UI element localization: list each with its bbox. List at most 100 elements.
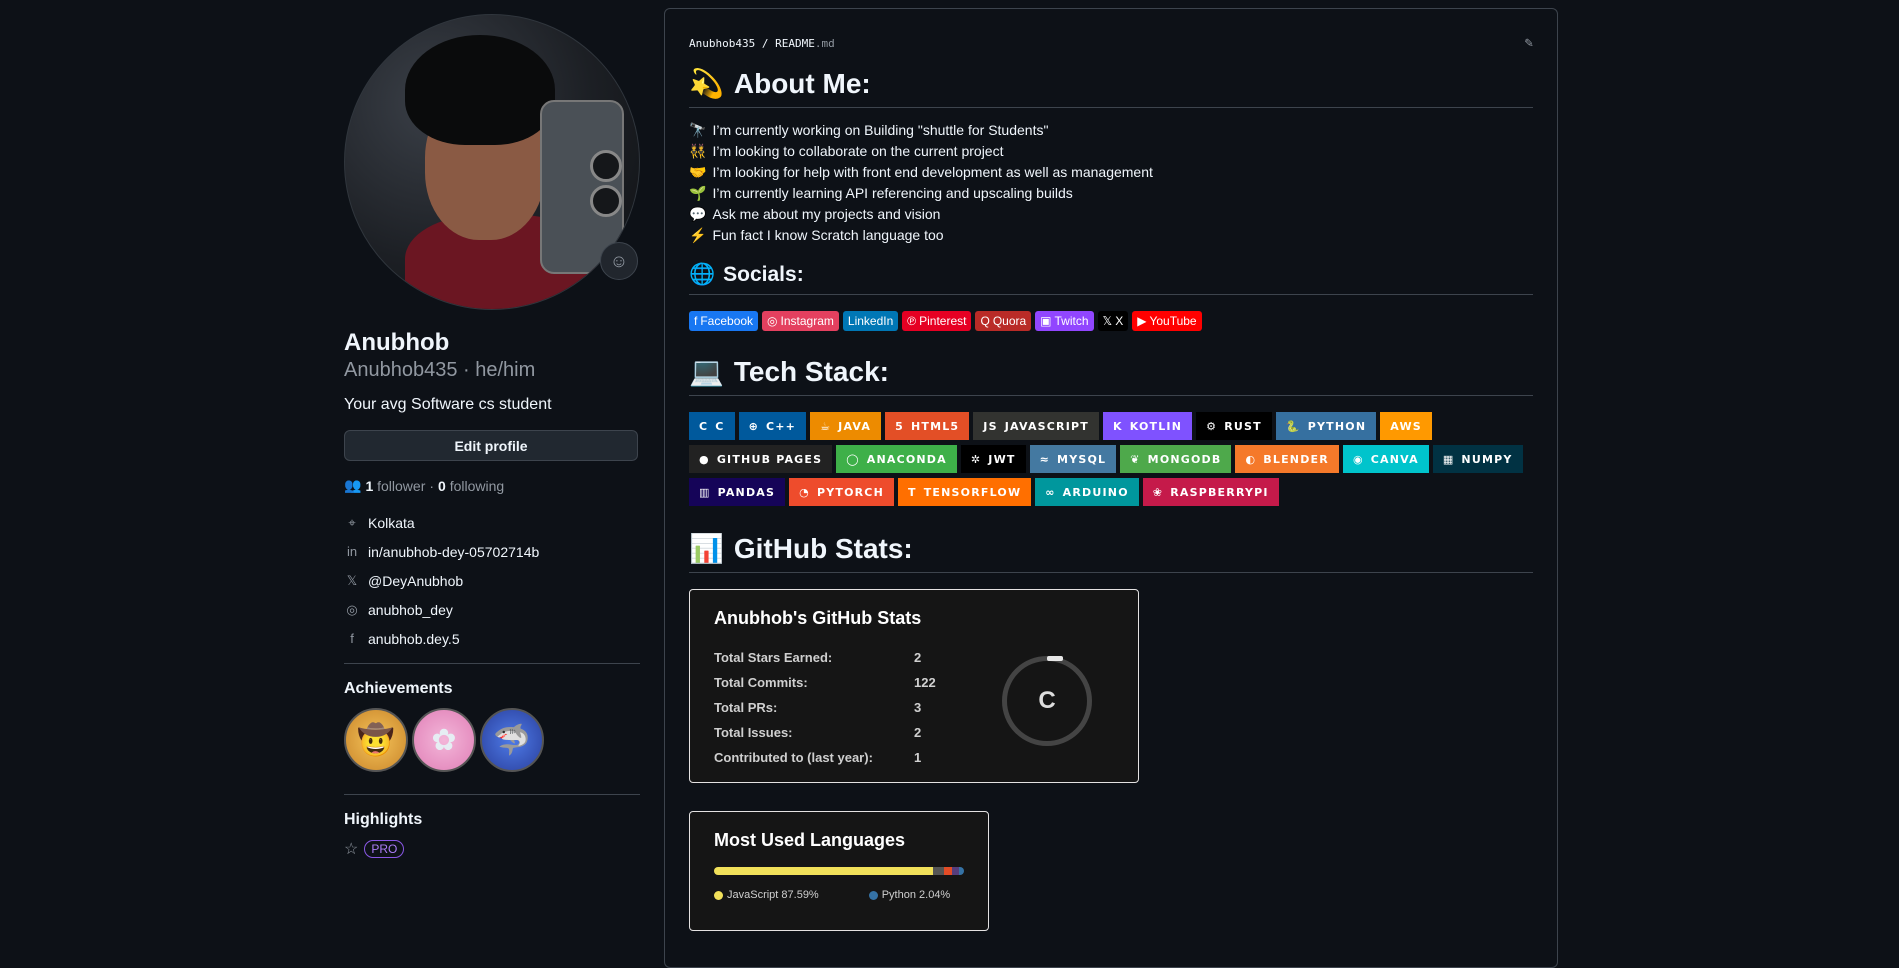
follow-stats: 👥 1 follower · 0 following — [344, 477, 505, 494]
tech-badge-label: ARDUINO — [1062, 485, 1129, 499]
social-badge-label: Instagram — [780, 314, 834, 328]
tech-badge-label: PYTORCH — [816, 485, 884, 499]
tech-badge-label: C++ — [765, 419, 797, 433]
social-badge-youtube[interactable]: ▶ YouTube — [1132, 311, 1202, 331]
tech-badge-anaconda[interactable]: ◯ ANACONDA — [836, 445, 957, 473]
stats-card-title: Anubhob's GitHub Stats — [714, 608, 922, 628]
rank-ring: C — [1002, 656, 1092, 746]
languages-card[interactable]: Most Used Languages JavaScript 87.59% Pyt… — [689, 811, 989, 931]
about-item: 🤝 I’m looking for help with front end dev… — [689, 162, 1533, 183]
stat-row: Contributed to (last year): 1 — [714, 745, 1114, 770]
social-badge-twitch[interactable]: ▣ Twitch — [1035, 311, 1094, 331]
readme-file-link[interactable]: README — [775, 37, 815, 50]
language-bar-segment — [958, 867, 964, 875]
jwt-icon: ✲ — [970, 452, 982, 466]
followers-link[interactable]: 1 follower — [365, 478, 425, 494]
tech-badge-arduino[interactable]: ∞ ARDUINO — [1035, 478, 1139, 506]
social-badge-pinterest[interactable]: ℗ Pinterest — [902, 311, 972, 331]
github-stats-card[interactable]: Anubhob's GitHub Stats Total Stars Earne… — [689, 589, 1139, 783]
quora-icon: Q — [980, 314, 990, 328]
avatar[interactable] — [344, 14, 640, 310]
tech-badge-pytorch[interactable]: ◔ PYTORCH — [789, 478, 894, 506]
tech-badge-label: TENSORFLOW — [923, 485, 1022, 499]
tech-badge-c++[interactable]: ⊕ C++ — [738, 412, 807, 440]
social-badge-quora[interactable]: Q Quora — [975, 311, 1032, 331]
linkedin-item[interactable]: in in/anubhob-dey-05702714b — [344, 537, 640, 566]
social-badge-facebook[interactable]: f Facebook — [689, 311, 759, 331]
tech-badge-label: ANACONDA — [866, 452, 947, 466]
tech-badge-github-pages[interactable]: ● GITHUB PAGES — [689, 445, 833, 473]
tech-badge-pandas[interactable]: ▥ PANDAS — [689, 478, 786, 506]
canva-icon: ◉ — [1352, 452, 1364, 466]
edit-pencil-icon[interactable]: ✎ — [1525, 35, 1533, 51]
social-badge-x[interactable]: 𝕏X — [1097, 311, 1129, 331]
tech-badge-label: JAVA — [838, 419, 872, 433]
following-link[interactable]: 0 following — [438, 478, 504, 494]
laptop-icon: 💻 — [689, 356, 724, 387]
tech-badge-label: JWT — [988, 452, 1016, 466]
tech-badge-mongodb[interactable]: ❦ MONGODB — [1120, 445, 1232, 473]
social-badge-label: Facebook — [700, 314, 754, 328]
tech-badge-javascript[interactable]: JS JAVASCRIPT — [973, 412, 1099, 440]
facebook-item[interactable]: f anubhob.dey.5 — [344, 624, 640, 653]
tech-badge-kotlin[interactable]: K KOTLIN — [1102, 412, 1193, 440]
pytorch-icon: ◔ — [799, 485, 810, 499]
languages-legend: JavaScript 87.59% Python 2.04% — [714, 889, 964, 901]
facebook-icon: f — [350, 631, 354, 646]
pronouns: he/him — [475, 359, 536, 381]
achievement-badge-pull-shark-icon[interactable]: 🤠 — [344, 708, 408, 772]
about-item-text: I’m looking for help with front end deve… — [712, 164, 1153, 180]
tech-badge-jwt[interactable]: ✲ JWT — [960, 445, 1026, 473]
tech-badge-label: C — [715, 419, 725, 433]
tech-badge-label: PANDAS — [717, 485, 776, 499]
tech-badge-numpy[interactable]: ▦ NUMPY — [1432, 445, 1523, 473]
social-badge-instagram[interactable]: ◎ Instagram — [762, 311, 839, 331]
tech-badge-tensorflow[interactable]: T TENSORFLOW — [897, 478, 1032, 506]
about-item: ⚡ Fun fact I know Scratch language too — [689, 225, 1533, 246]
tech-badge-canva[interactable]: ◉ CANVA — [1342, 445, 1429, 473]
stat-value: 2 — [914, 725, 922, 740]
linkedin-icon: in — [346, 544, 358, 559]
set-status-button[interactable]: ☺ — [600, 242, 638, 280]
tech-badge-raspberrypi[interactable]: ❀ RASPBERRYPI — [1142, 478, 1279, 506]
profile-details: ⌖ Kolkata in in/anubhob-dey-05702714b 𝕏 … — [344, 508, 640, 653]
rust-icon: ⚙ — [1206, 419, 1218, 433]
about-heading: 💫 About Me: — [689, 65, 1533, 108]
star-icon: ☆ — [344, 841, 359, 858]
tech-badge-aws[interactable]: AWS — [1380, 412, 1432, 440]
profile-login: Anubhob435 · he/him — [344, 359, 536, 381]
achievement-badge-yolo-icon[interactable]: ✿ — [412, 708, 476, 772]
achievement-badge-shark-icon[interactable]: 🦈 — [480, 708, 544, 772]
tech-badge-python[interactable]: 🐍 PYTHON — [1275, 412, 1377, 440]
languages-bar — [714, 867, 964, 875]
tech-badge-java[interactable]: ☕ JAVA — [810, 412, 882, 440]
pro-badge[interactable]: PRO — [364, 840, 405, 858]
pinterest-icon: ℗ — [907, 314, 917, 328]
tech-badge-c[interactable]: CC — [689, 412, 735, 440]
about-item: 🔭 I’m currently working on Building "shut… — [689, 120, 1533, 141]
instagram-item[interactable]: ◎ anubhob_dey — [344, 595, 640, 624]
divider — [344, 794, 640, 795]
tech-badge-html5[interactable]: 5 HTML5 — [885, 412, 970, 440]
social-badge-linkedin[interactable]: LinkedIn — [842, 311, 899, 331]
language-legend-item: JavaScript 87.59% — [714, 889, 819, 901]
achievements-heading[interactable]: Achievements — [344, 680, 640, 698]
about-item-icon: 🔭 — [689, 122, 707, 138]
about-item-text: Ask me about my projects and vision — [712, 206, 941, 222]
facebook-icon: f — [694, 314, 698, 328]
rank-letter: C — [1038, 687, 1056, 714]
tech-badge-label: MYSQL — [1057, 452, 1107, 466]
about-item-icon: 👯 — [689, 143, 707, 159]
edit-profile-button[interactable]: Edit profile — [344, 430, 638, 461]
tech-badge-blender[interactable]: ◐ BLENDER — [1235, 445, 1339, 473]
tech-badge-rust[interactable]: ⚙ RUST — [1196, 412, 1272, 440]
about-item: 🌱 I’m currently learning API referencing … — [689, 183, 1533, 204]
tech-badge-label: MONGODB — [1147, 452, 1222, 466]
tech-badge-mysql[interactable]: ≈ MYSQL — [1029, 445, 1117, 473]
stats-heading: 📊 GitHub Stats: — [689, 530, 1533, 573]
x-item[interactable]: 𝕏 @DeyAnubhob — [344, 566, 640, 595]
about-item-icon: 🤝 — [689, 164, 707, 180]
smiley-icon: ☺ — [609, 250, 629, 271]
repo-owner-link[interactable]: Anubhob435 — [689, 37, 755, 50]
stat-value: 2 — [914, 650, 922, 665]
